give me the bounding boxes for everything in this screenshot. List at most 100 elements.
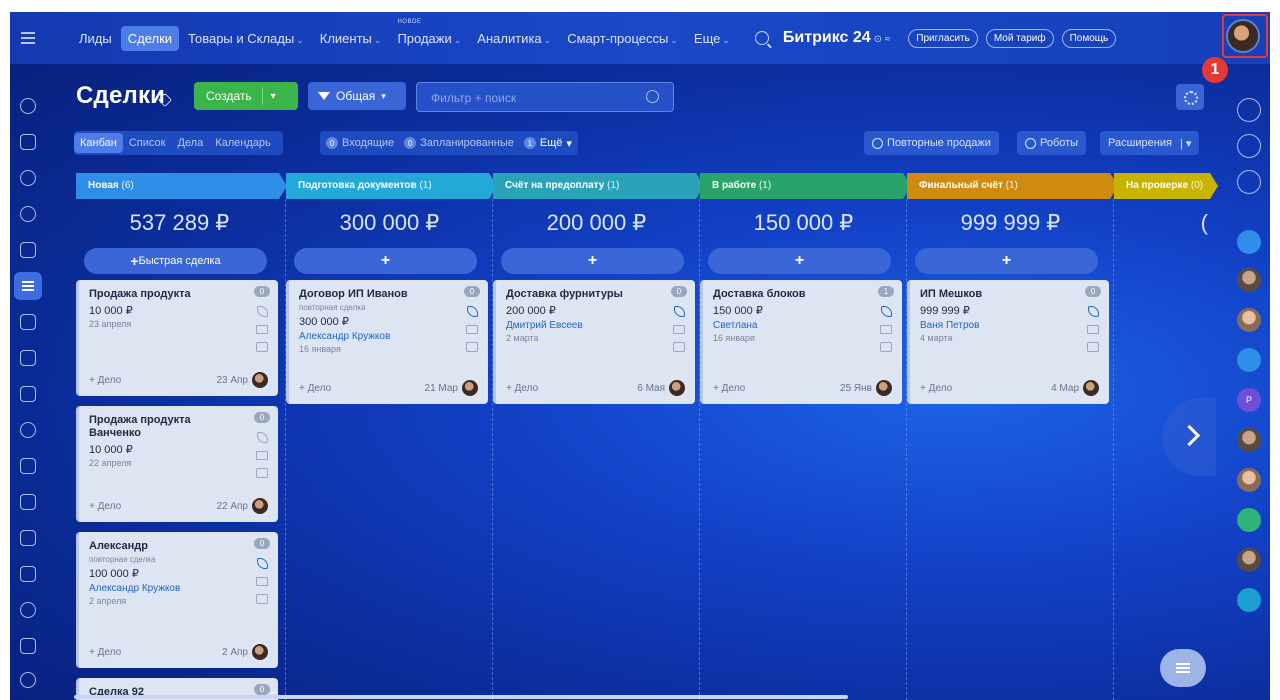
tab-0[interactable]: Канбан: [74, 133, 123, 153]
contact-avatar-5[interactable]: [1237, 548, 1261, 572]
contact-initial-avatar[interactable]: Р: [1237, 388, 1261, 412]
chat-icon[interactable]: [880, 342, 892, 352]
chat-icon[interactable]: [256, 468, 268, 478]
settings-icon[interactable]: [20, 672, 36, 688]
nav-item-7[interactable]: Еще ⌄: [687, 26, 737, 51]
stage-header-2[interactable]: Счёт на предоплату (1): [493, 173, 704, 199]
chevron-down-icon[interactable]: | ▾: [1180, 137, 1191, 150]
add-activity-link[interactable]: + Дело: [920, 383, 952, 394]
nav-item-0[interactable]: Лиды: [72, 26, 119, 51]
tasks-icon[interactable]: [20, 134, 36, 150]
widget-icon[interactable]: [1237, 134, 1261, 158]
robots-button[interactable]: Роботы: [1017, 131, 1087, 155]
tab-1[interactable]: Список: [123, 133, 172, 153]
responsible-avatar[interactable]: [669, 380, 685, 396]
responsible-avatar[interactable]: [462, 380, 478, 396]
deal-title[interactable]: Доставка блоков: [713, 288, 863, 301]
calendar-icon[interactable]: [20, 242, 36, 258]
mail-icon[interactable]: [256, 577, 268, 586]
counter-2[interactable]: 1 Ещё ▾: [523, 137, 572, 150]
brand-logo[interactable]: Битрикс 24 ⊙ ≈: [783, 29, 890, 47]
tab-2[interactable]: Дела: [171, 133, 209, 153]
add-deal-button[interactable]: +: [708, 248, 891, 274]
chat-icon[interactable]: [256, 342, 268, 352]
bookmark-icon[interactable]: [1237, 588, 1261, 612]
crm-funnel-icon[interactable]: [14, 272, 42, 300]
responsible-avatar[interactable]: [252, 498, 268, 514]
deal-contact-link[interactable]: Александр Кружков: [89, 583, 268, 594]
deal-card[interactable]: Александр повторная сделка 100 000 ₽ Алекса…: [76, 532, 278, 668]
deal-card[interactable]: ИП Мешков 999 999 ₽ Ваня Петров 4 марта 0 + Д…: [907, 280, 1109, 404]
chat-icon[interactable]: [466, 342, 478, 352]
deal-title[interactable]: Продажа продукта: [89, 288, 239, 301]
quick-menu-button[interactable]: [1160, 649, 1206, 687]
stage-header-0[interactable]: Новая (6): [76, 173, 287, 199]
tab-3[interactable]: Календарь: [209, 133, 277, 153]
add-activity-link[interactable]: + Дело: [89, 375, 121, 386]
quick-deal-button[interactable]: + Быстрая сделка: [84, 248, 267, 274]
stage-header-1[interactable]: Подготовка документов (1): [286, 173, 497, 199]
scroll-right-arrow-icon[interactable]: [1162, 398, 1216, 476]
contact-avatar-4[interactable]: [1237, 468, 1261, 492]
mail-icon[interactable]: [256, 325, 268, 334]
notes-icon[interactable]: [1237, 508, 1261, 532]
sites-icon[interactable]: [20, 458, 36, 474]
invite-button[interactable]: Пригласить: [908, 28, 978, 48]
repeat-sales-button[interactable]: Повторные продажи: [864, 131, 999, 155]
horizontal-scrollbar[interactable]: [74, 695, 848, 699]
add-deal-button[interactable]: +: [501, 248, 684, 274]
deal-card[interactable]: Договор ИП Иванов повторная сделка 300 000…: [286, 280, 488, 404]
deal-title[interactable]: Продажа продукта Ванченко: [89, 414, 239, 440]
stage-header-3[interactable]: В работе (1): [700, 173, 911, 199]
deal-contact-link[interactable]: Дмитрий Евсеев: [506, 320, 685, 331]
add-activity-link[interactable]: + Дело: [299, 383, 331, 394]
my-plan-button[interactable]: Мой тариф: [985, 28, 1054, 48]
search-icon[interactable]: [754, 31, 769, 45]
responsible-avatar[interactable]: [1083, 380, 1099, 396]
nav-item-1[interactable]: Сделки: [120, 25, 180, 51]
bell-icon[interactable]: [1237, 98, 1261, 122]
create-button[interactable]: Создать ▾: [194, 82, 298, 110]
search-icon[interactable]: [646, 90, 659, 103]
deal-contact-link[interactable]: Ваня Петров: [920, 320, 1099, 331]
deal-contact-link[interactable]: Светлана: [713, 320, 892, 331]
deal-card[interactable]: Продажа продукта 10 000 ₽ 23 апреля 0 + Дело…: [76, 280, 278, 396]
deal-card[interactable]: Доставка фурнитуры 200 000 ₽ Дмитрий Евсее…: [493, 280, 695, 404]
deal-card[interactable]: Доставка блоков 150 000 ₽ Светлана 16 январ…: [700, 280, 902, 404]
menu-burger-icon[interactable]: [10, 12, 46, 64]
chat-icon[interactable]: [673, 342, 685, 352]
user-avatar[interactable]: [1228, 21, 1258, 51]
checklist-icon[interactable]: [20, 494, 36, 510]
deal-title[interactable]: Доставка фурнитуры: [506, 288, 656, 301]
mail-icon[interactable]: [880, 325, 892, 334]
planner-icon[interactable]: [20, 530, 36, 546]
add-activity-link[interactable]: + Дело: [89, 647, 121, 658]
contact-avatar-1[interactable]: [1237, 268, 1261, 292]
deal-title[interactable]: Договор ИП Иванов: [299, 288, 449, 301]
deal-card[interactable]: Продажа продукта Ванченко 10 000 ₽ 22 апре…: [76, 406, 278, 522]
nav-item-6[interactable]: Смарт-процессы ⌄: [560, 26, 685, 51]
chat-icon[interactable]: [256, 594, 268, 604]
responsible-avatar[interactable]: [876, 380, 892, 396]
feed-icon[interactable]: [20, 98, 36, 114]
nav-item-5[interactable]: Аналитика ⌄: [470, 26, 558, 51]
contact-avatar-3[interactable]: [1237, 428, 1261, 452]
card-icon[interactable]: [1237, 348, 1261, 372]
responsible-avatar[interactable]: [252, 644, 268, 660]
groups-icon[interactable]: [20, 206, 36, 222]
add-activity-link[interactable]: + Дело: [713, 383, 745, 394]
chevron-down-icon[interactable]: ▾: [263, 91, 284, 102]
nav-item-3[interactable]: Клиенты ⌄: [313, 26, 389, 51]
drive-icon[interactable]: [20, 350, 36, 366]
counter-1[interactable]: 0 Запланированные: [404, 137, 514, 149]
deal-contact-link[interactable]: Александр Кружков: [299, 331, 478, 342]
documents-icon[interactable]: [20, 314, 36, 330]
help-button[interactable]: Помощь: [1061, 28, 1117, 48]
extensions-button[interactable]: Расширения | ▾: [1100, 131, 1200, 155]
employees-icon[interactable]: [20, 422, 36, 438]
stage-header-5[interactable]: На проверке (0): [1114, 173, 1218, 199]
marketing-icon[interactable]: [20, 602, 36, 618]
deal-title[interactable]: Александр: [89, 540, 239, 553]
category-selector[interactable]: Общая ▾: [308, 82, 406, 110]
mail-icon[interactable]: [1087, 325, 1099, 334]
